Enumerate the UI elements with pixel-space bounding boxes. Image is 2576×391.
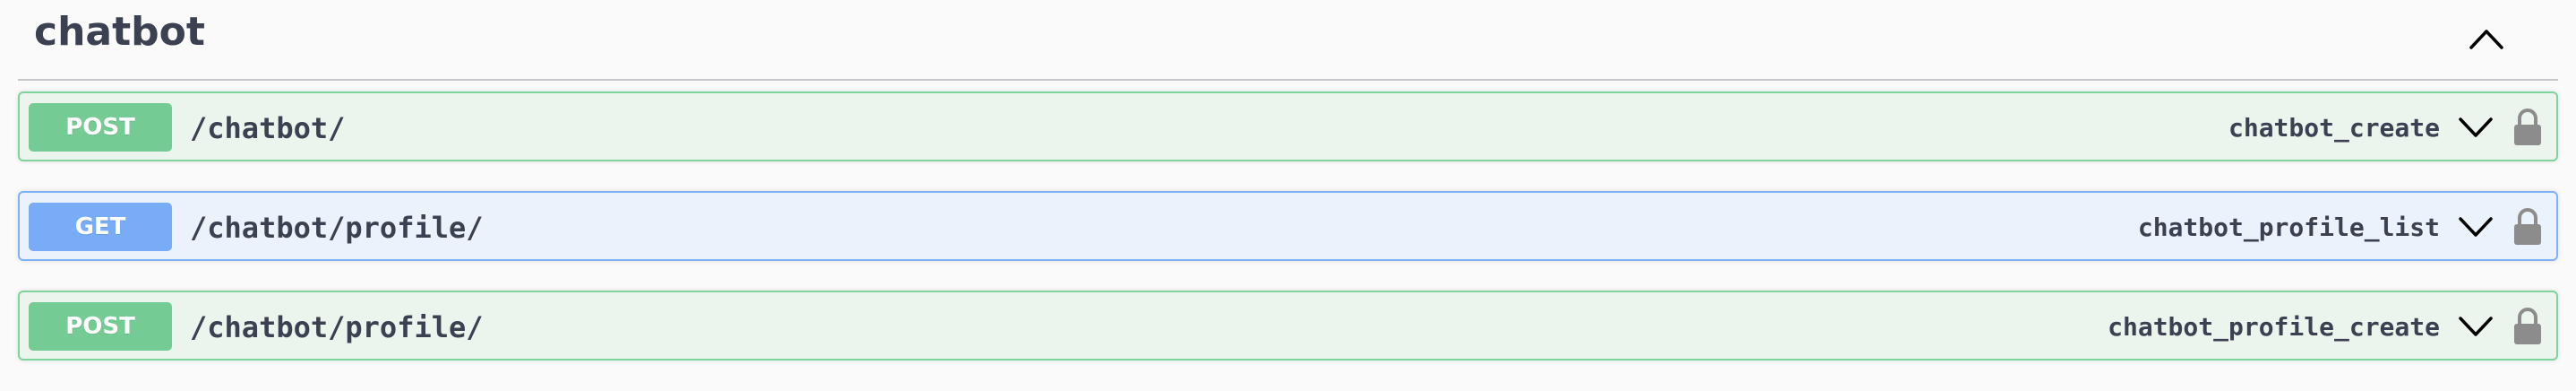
operation-path: /chatbot/ [190, 111, 346, 145]
operation-id: chatbot_profile_list [2137, 213, 2440, 242]
operation-post-chatbot: POST /chatbot/ chatbot_create [18, 91, 2558, 161]
tag-section-header[interactable]: chatbot [18, 0, 2558, 81]
chevron-down-icon[interactable] [2458, 111, 2494, 143]
chevron-down-icon[interactable] [2458, 211, 2494, 243]
method-badge: POST [29, 302, 172, 351]
operation-post-chatbot-profile: POST /chatbot/profile/ chatbot_profile_c… [18, 291, 2558, 361]
operation-id: chatbot_create [2228, 113, 2440, 143]
lock-icon[interactable] [2512, 307, 2544, 346]
method-badge: GET [29, 203, 172, 251]
operation-path: /chatbot/profile/ [190, 211, 484, 245]
lock-icon[interactable] [2512, 108, 2544, 147]
chevron-down-icon[interactable] [2458, 310, 2494, 343]
operation-id: chatbot_profile_create [2108, 312, 2440, 342]
lock-icon[interactable] [2512, 207, 2544, 247]
chevron-up-icon[interactable] [2460, 14, 2513, 63]
operation-path: /chatbot/profile/ [190, 310, 484, 344]
operation-summary[interactable]: POST /chatbot/profile/ chatbot_profile_c… [20, 292, 2556, 359]
operation-get-chatbot-profile: GET /chatbot/profile/ chatbot_profile_li… [18, 191, 2558, 261]
operation-summary[interactable]: POST /chatbot/ chatbot_create [20, 93, 2556, 160]
operation-summary[interactable]: GET /chatbot/profile/ chatbot_profile_li… [20, 193, 2556, 259]
tag-title: chatbot [34, 9, 205, 55]
method-badge: POST [29, 103, 172, 152]
